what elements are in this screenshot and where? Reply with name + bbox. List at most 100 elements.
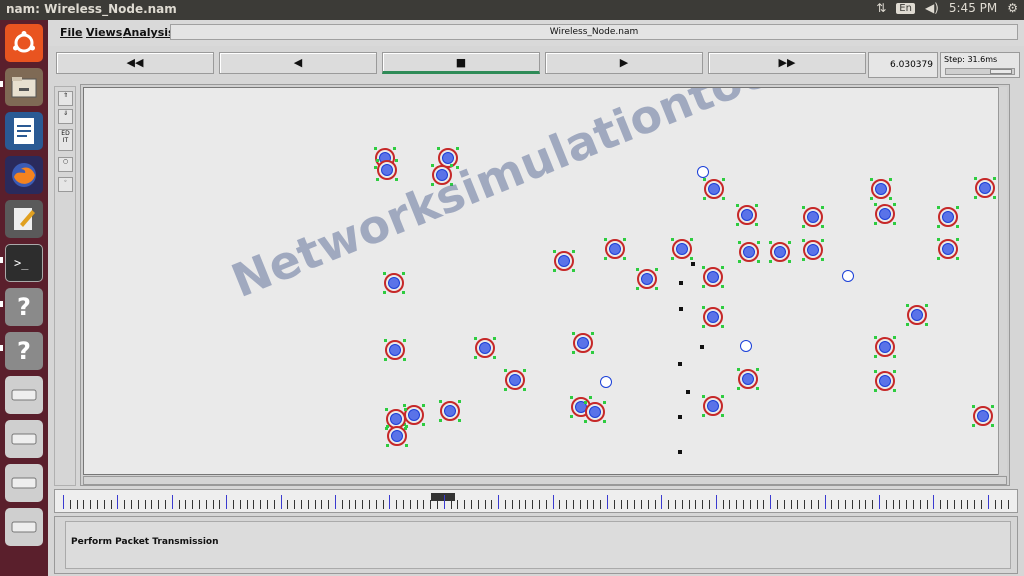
wireless-node[interactable] [874, 203, 896, 225]
wireless-node[interactable] [474, 337, 496, 359]
wireless-node[interactable] [769, 241, 791, 263]
wireless-node[interactable] [671, 238, 693, 260]
timeline-tick [947, 500, 948, 509]
wireless-node[interactable] [702, 395, 724, 417]
wireless-node[interactable] [431, 164, 453, 186]
timeline-tick [171, 495, 173, 509]
wireless-node[interactable] [604, 238, 626, 260]
help-icon[interactable]: ? [5, 288, 43, 326]
wireless-node[interactable] [802, 206, 824, 228]
volume-icon[interactable]: ◀) [925, 1, 939, 15]
step-slider[interactable] [945, 68, 1015, 75]
top-panel: nam: Wireless_Node.nam ⇅ En ◀) 5:45 PM ⚙ [0, 0, 1024, 20]
play-button[interactable]: ▶ [545, 52, 703, 74]
timeline-tick [729, 500, 731, 509]
rewind-button[interactable]: ◀◀ [56, 52, 214, 74]
timeline-tick [389, 495, 391, 509]
menu-analysis[interactable]: Analysis [123, 26, 175, 39]
timeline-tick [239, 500, 241, 509]
drive-icon[interactable] [5, 464, 43, 502]
zoom-in-icon[interactable]: ⇑ [58, 91, 73, 106]
text-editor-icon[interactable] [5, 200, 43, 238]
wireless-node[interactable] [703, 178, 725, 200]
timeline-tick [804, 500, 806, 509]
wireless-node[interactable] [553, 250, 575, 272]
timeline-tick [607, 495, 608, 509]
wireless-node-idle[interactable] [697, 166, 709, 178]
horizontal-scrollbar[interactable] [83, 476, 1007, 485]
timeline-tick [131, 500, 132, 509]
timeline-tick [736, 500, 738, 509]
firefox-icon[interactable] [5, 156, 43, 194]
clock[interactable]: 5:45 PM [949, 1, 997, 15]
step-slider-thumb[interactable] [990, 69, 1012, 74]
timeline-tick [97, 500, 98, 509]
timeline-tick [906, 500, 908, 509]
stop-button[interactable]: ■ [382, 52, 540, 74]
animation-canvas[interactable]: Networksimulationtools.com [83, 87, 1007, 475]
wireless-node[interactable] [737, 368, 759, 390]
wireless-node[interactable] [439, 400, 461, 422]
timeline-tick [178, 500, 180, 509]
wireless-node[interactable] [972, 405, 994, 427]
wireless-node[interactable] [384, 339, 406, 361]
small-circle-tool-icon[interactable]: ◦ [58, 177, 73, 192]
drive-icon[interactable] [5, 420, 43, 458]
ubuntu-logo-icon[interactable] [5, 24, 43, 62]
wireless-node[interactable] [376, 159, 398, 181]
writer-icon[interactable] [5, 112, 43, 150]
wireless-node[interactable] [403, 404, 425, 426]
timeline-tick [566, 500, 568, 509]
fast-forward-button[interactable]: ▶▶ [708, 52, 866, 74]
wireless-node[interactable] [874, 370, 896, 392]
wireless-node[interactable] [937, 206, 959, 228]
terminal-icon[interactable]: >_ [5, 244, 43, 282]
packet [679, 307, 683, 311]
wireless-node[interactable] [572, 332, 594, 354]
timeline-tick [981, 500, 982, 509]
wireless-node[interactable] [937, 238, 959, 260]
wireless-node[interactable] [383, 272, 405, 294]
timeline-tick [879, 495, 880, 509]
time-slider[interactable] [54, 489, 1018, 513]
wireless-node[interactable] [974, 177, 996, 199]
network-arrows-icon[interactable]: ⇅ [876, 1, 886, 15]
edit-button[interactable]: ED IT [58, 129, 73, 151]
wireless-node-idle[interactable] [600, 376, 612, 388]
wireless-node[interactable] [906, 304, 928, 326]
wireless-node[interactable] [738, 241, 760, 263]
timeline-tick [382, 500, 384, 509]
wireless-node[interactable] [702, 306, 724, 328]
keyboard-language-indicator[interactable]: En [896, 2, 915, 14]
timeline-tick [974, 500, 976, 509]
help-icon[interactable]: ? [5, 332, 43, 370]
wireless-node-idle[interactable] [740, 340, 752, 352]
wireless-node[interactable] [870, 178, 892, 200]
wireless-node[interactable] [386, 425, 408, 447]
timeline-tick [137, 500, 139, 509]
wireless-node[interactable] [874, 336, 896, 358]
timeline-tick [749, 500, 751, 509]
vertical-scrollbar[interactable] [998, 87, 1007, 475]
timeline-tick [63, 495, 64, 509]
wireless-node[interactable] [504, 369, 526, 391]
zoom-out-icon[interactable]: ⇓ [58, 109, 73, 124]
wireless-node[interactable] [584, 401, 606, 423]
wireless-node-idle[interactable] [842, 270, 854, 282]
timeline-tick [341, 500, 343, 509]
drive-icon[interactable] [5, 376, 43, 414]
step-back-button[interactable]: ◀ [219, 52, 377, 74]
wireless-node[interactable] [736, 204, 758, 226]
menu-views[interactable]: Views [86, 26, 122, 39]
timeline-tick [362, 500, 364, 509]
wireless-node[interactable] [636, 268, 658, 290]
file-name-label: Wireless_Node.nam [170, 24, 1018, 40]
timeline-tick [545, 500, 547, 509]
files-icon[interactable] [5, 68, 43, 106]
menu-file[interactable]: File [60, 26, 83, 39]
drive-icon[interactable] [5, 508, 43, 546]
gear-icon[interactable]: ⚙ [1007, 1, 1018, 15]
wireless-node[interactable] [802, 239, 824, 261]
wireless-node[interactable] [702, 266, 724, 288]
circle-tool-icon[interactable]: ○ [58, 157, 73, 172]
